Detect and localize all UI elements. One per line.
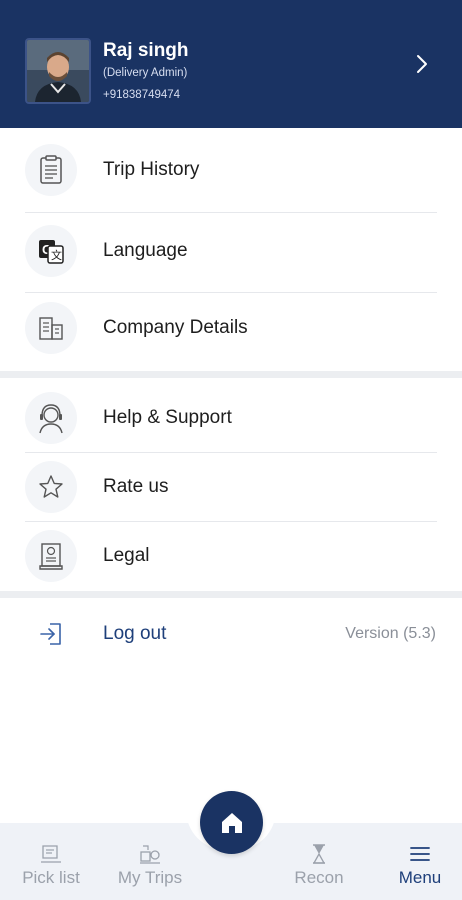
nav-label: Recon bbox=[294, 868, 344, 887]
profile-header[interactable]: Raj singh (Delivery Admin) +91838749474 bbox=[0, 0, 462, 128]
profile-name: Raj singh bbox=[103, 40, 189, 61]
trips-icon bbox=[140, 845, 160, 864]
svg-text:文: 文 bbox=[51, 248, 62, 262]
star-icon bbox=[25, 461, 77, 513]
certificate-icon bbox=[25, 530, 77, 582]
section-separator bbox=[0, 371, 462, 378]
menu-item-label: Legal bbox=[103, 545, 150, 566]
nav-my-trips[interactable]: My Trips bbox=[110, 843, 190, 893]
menu-item-legal[interactable]: Legal bbox=[0, 522, 462, 590]
nav-menu[interactable]: Menu bbox=[384, 843, 456, 893]
menu-item-trip-history[interactable]: Trip History bbox=[0, 136, 462, 204]
menu-item-help-support[interactable]: Help & Support bbox=[0, 384, 462, 452]
menu-item-company-details[interactable]: Company Details bbox=[0, 294, 462, 362]
profile-role: (Delivery Admin) bbox=[103, 67, 188, 79]
menu-item-label: Language bbox=[103, 240, 188, 261]
logout-button[interactable]: Log out bbox=[103, 623, 166, 645]
chevron-right-icon[interactable] bbox=[412, 53, 432, 75]
clipboard-icon bbox=[25, 144, 77, 196]
menu-item-label: Company Details bbox=[103, 317, 248, 338]
nav-pick-list[interactable]: Pick list bbox=[12, 843, 90, 893]
home-icon bbox=[221, 812, 242, 833]
profile-phone: +91838749474 bbox=[103, 89, 181, 101]
logout-icon[interactable] bbox=[38, 620, 66, 648]
divider bbox=[25, 212, 437, 213]
avatar bbox=[25, 38, 91, 104]
hourglass-icon bbox=[312, 844, 326, 864]
nav-label: My Trips bbox=[117, 868, 183, 887]
menu-item-label: Trip History bbox=[103, 159, 200, 180]
section-separator bbox=[0, 591, 462, 598]
menu-item-rate-us[interactable]: Rate us bbox=[0, 453, 462, 521]
hamburger-icon bbox=[410, 847, 430, 861]
nav-recon[interactable]: Recon bbox=[283, 843, 355, 893]
support-agent-icon bbox=[25, 392, 77, 444]
home-button[interactable] bbox=[200, 791, 263, 854]
nav-label: Menu bbox=[398, 868, 442, 887]
menu-item-label: Help & Support bbox=[103, 407, 232, 428]
translate-icon: G 文 bbox=[25, 225, 77, 277]
menu-item-label: Rate us bbox=[103, 476, 169, 497]
menu-item-language[interactable]: G 文 Language bbox=[0, 217, 462, 285]
nav-label: Pick list bbox=[22, 868, 80, 887]
pick-list-icon bbox=[41, 845, 61, 863]
version-label: Version (5.3) bbox=[345, 625, 436, 642]
building-icon bbox=[25, 302, 77, 354]
divider bbox=[25, 292, 437, 293]
